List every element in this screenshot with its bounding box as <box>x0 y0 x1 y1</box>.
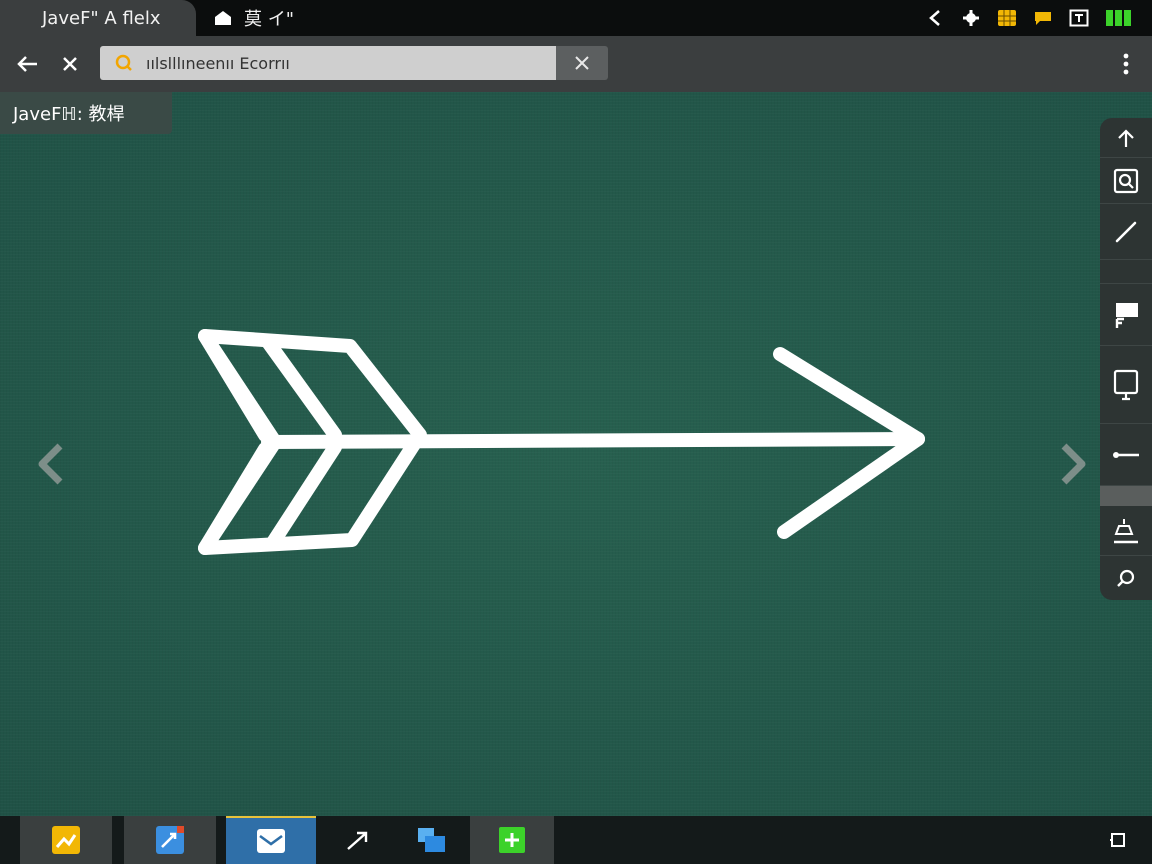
tool-spacer <box>1100 260 1152 284</box>
canvas-title-text: JaveFℍ: 教桿 <box>13 104 125 125</box>
home-icon <box>215 11 231 25</box>
tool-search[interactable] <box>1100 556 1152 600</box>
url-field[interactable]: ıılslllıneenıı Ecorrıı <box>100 46 556 80</box>
canvas-title: JaveFℍ: 教桿 <box>0 92 172 134</box>
select-box-icon <box>1113 168 1139 193</box>
clear-icon <box>575 56 589 70</box>
chat-icon[interactable] <box>1032 7 1054 29</box>
close-button[interactable] <box>56 50 84 78</box>
kebab-menu-icon <box>1123 53 1129 75</box>
pen-line-icon <box>1115 221 1137 242</box>
tool-shape[interactable] <box>1100 346 1152 424</box>
notification-icon <box>1110 833 1125 847</box>
search-icon <box>115 54 132 71</box>
arrow-fletching-line <box>265 440 342 551</box>
arrow-up-icon <box>1118 128 1134 147</box>
tool-line[interactable] <box>1100 424 1152 486</box>
tab-active-label: JaveF" A flelx <box>42 7 161 29</box>
grid-app-icon[interactable] <box>996 7 1018 29</box>
tool-text[interactable] <box>1100 284 1152 346</box>
window-app-icon <box>418 828 445 852</box>
gear-icon[interactable] <box>960 7 982 29</box>
task-app-1[interactable] <box>20 816 112 864</box>
tool-pen[interactable] <box>1100 204 1152 260</box>
task-app-6[interactable] <box>470 816 554 864</box>
task-notification[interactable] <box>1098 816 1138 864</box>
top-tab-bar: JaveF" A flelx 莫 イ" <box>0 0 1152 36</box>
arrow-shaft <box>261 432 925 449</box>
tool-select[interactable] <box>1100 158 1152 204</box>
battery-icon <box>1104 7 1134 29</box>
arrow-fletching-line <box>261 335 342 442</box>
tool-bucket[interactable] <box>1100 506 1152 556</box>
right-toolbar <box>1100 118 1152 600</box>
text-format-icon <box>1115 302 1138 328</box>
taskbar <box>0 816 1152 864</box>
arrow-fletching-line <box>198 329 272 442</box>
arrow-fletching-line <box>198 442 272 555</box>
status-icons <box>924 6 1134 30</box>
close-icon <box>63 57 77 71</box>
task-app-active[interactable] <box>226 816 316 864</box>
fill-bucket-icon <box>1114 518 1138 543</box>
task-app-4[interactable] <box>330 816 386 864</box>
add-app-icon <box>499 827 525 853</box>
drawing-canvas[interactable]: JaveFℍ: 教桿 <box>0 92 1152 816</box>
previous-slide-arrow-icon[interactable] <box>32 440 68 488</box>
mail-app-icon <box>257 829 285 853</box>
menu-button[interactable] <box>1112 50 1140 78</box>
tool-up[interactable] <box>1100 118 1152 158</box>
tab-second[interactable]: 莫 イ" <box>212 0 294 36</box>
drawing-app-icon <box>156 826 184 854</box>
tab-active[interactable]: JaveF" A flelx <box>0 0 196 36</box>
photo-app-icon <box>52 826 80 854</box>
back-arrow-icon <box>17 56 37 72</box>
comment-box-icon <box>1113 369 1139 400</box>
url-clear-button[interactable] <box>556 46 608 80</box>
back-button[interactable] <box>13 50 41 78</box>
address-bar-row: ıılslllıneenıı Ecorrıı <box>0 36 1152 92</box>
toolbar-divider <box>1100 486 1152 506</box>
chevron-left-icon[interactable] <box>924 7 946 29</box>
text-box-icon[interactable] <box>1068 7 1090 29</box>
chalk-arrow-drawing <box>198 329 925 555</box>
search-icon <box>1117 569 1135 587</box>
arrow-tool-icon <box>347 831 368 850</box>
next-slide-arrow-icon[interactable] <box>1056 440 1092 488</box>
line-tool-icon <box>1113 451 1139 458</box>
task-app-5[interactable] <box>404 816 460 864</box>
tab-second-label: 莫 イ" <box>244 9 295 30</box>
task-app-2[interactable] <box>124 816 216 864</box>
url-text: ıılslllıneenıı Ecorrıı <box>146 53 290 73</box>
